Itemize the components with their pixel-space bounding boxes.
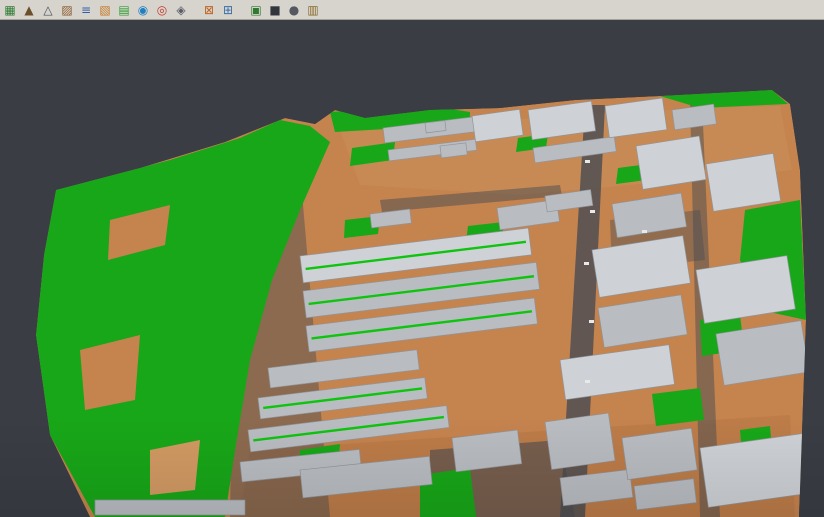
car <box>585 380 590 383</box>
3d-viewport[interactable] <box>0 20 824 517</box>
building <box>636 136 706 189</box>
terrain <box>36 90 811 517</box>
car <box>590 210 595 213</box>
building <box>95 500 245 515</box>
classification-icon[interactable]: ▤ <box>116 2 132 18</box>
texture-icon[interactable]: ▨ <box>59 2 75 18</box>
no-entry-icon[interactable]: ◎ <box>154 2 170 18</box>
car <box>589 320 594 323</box>
application-window: ▦▲△▨≡▧▤◉◎◈ ⊠⊞ ▣■●▥ <box>0 0 824 517</box>
building <box>425 121 446 133</box>
building <box>706 153 781 211</box>
histogram-icon[interactable]: ▥ <box>305 2 321 18</box>
car <box>585 160 590 163</box>
crop-region-icon[interactable]: ⊠ <box>201 2 217 18</box>
dataset-grid-icon[interactable]: ▦ <box>2 2 18 18</box>
car <box>642 230 647 233</box>
vegetation-patch <box>652 388 704 426</box>
sphere-icon[interactable]: ● <box>286 2 302 18</box>
scene-svg[interactable] <box>0 20 824 517</box>
terrain-icon[interactable]: ▲ <box>21 2 37 18</box>
layers-icon[interactable]: ≡ <box>78 2 94 18</box>
snapshot-icon[interactable]: ▣ <box>248 2 264 18</box>
building <box>545 413 615 469</box>
settings-icon[interactable]: ◈ <box>173 2 189 18</box>
globe-icon[interactable]: ◉ <box>135 2 151 18</box>
car <box>584 262 589 265</box>
grid-icon[interactable]: ⊞ <box>220 2 236 18</box>
colormap-icon[interactable]: ▧ <box>97 2 113 18</box>
cube-icon[interactable]: ■ <box>267 2 283 18</box>
toolbar: ▦▲△▨≡▧▤◉◎◈ ⊠⊞ ▣■●▥ <box>0 0 824 20</box>
mesh-icon[interactable]: △ <box>40 2 56 18</box>
